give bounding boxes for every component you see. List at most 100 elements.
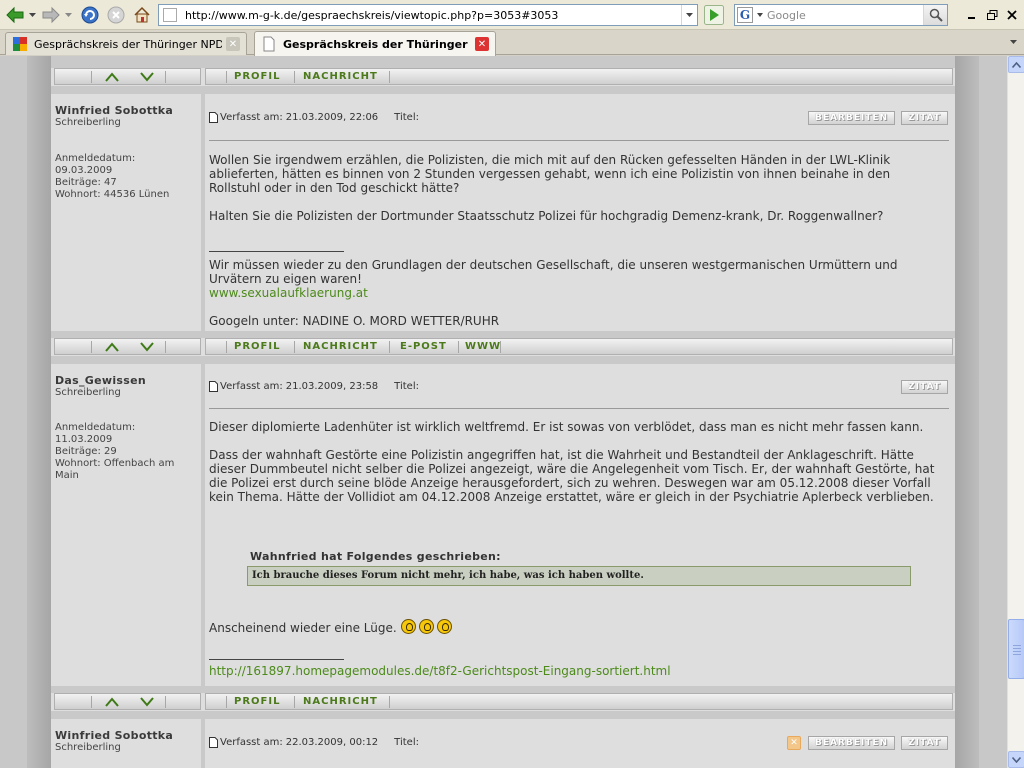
restore-icon: [986, 9, 997, 20]
author-rank: Schreiberling: [55, 742, 121, 753]
edit-button[interactable]: BEARBEITEN: [808, 111, 895, 125]
message-link[interactable]: NACHRICHT: [303, 71, 378, 82]
restore-button[interactable]: [983, 6, 1001, 24]
profile-link[interactable]: PROFIL: [234, 696, 280, 707]
post-document-icon: [209, 381, 218, 392]
close-tab-button[interactable]: ✕: [226, 37, 240, 51]
post-meta: Verfasst am: 21.03.2009, 22:06 Titel:: [209, 112, 419, 123]
home-icon: [134, 6, 150, 23]
post-body-continued: Anscheinend wieder eine Lüge. http://161…: [209, 619, 939, 678]
search-engine-dropdown[interactable]: [755, 5, 765, 25]
quote-button[interactable]: ZITAT: [901, 736, 948, 750]
edit-button[interactable]: BEARBEITEN: [808, 736, 895, 750]
search-button[interactable]: [923, 5, 947, 25]
post-meta: Verfasst am: 21.03.2009, 23:58 Titel:: [209, 381, 419, 392]
tab-label: Gesprächskreis der Thüringer NPD :: T...: [34, 37, 222, 51]
arrow-up-icon[interactable]: [105, 697, 119, 707]
after-quote-text: Anscheinend wieder eine Lüge.: [209, 621, 397, 635]
post-body: Wollen Sie irgendwem erzählen, die Poliz…: [209, 153, 939, 328]
post-action-bar: PROFIL NACHRICHT: [51, 68, 955, 85]
quote-button[interactable]: ZITAT: [901, 111, 948, 125]
home-button[interactable]: [131, 5, 153, 25]
website-link[interactable]: WWW: [465, 341, 501, 352]
arrow-down-icon[interactable]: [140, 342, 154, 352]
post-meta: Verfasst am: 22.03.2009, 00:12 Titel:: [209, 737, 419, 748]
reload-button[interactable]: [79, 5, 101, 25]
url-input[interactable]: [185, 8, 685, 23]
search-input[interactable]: [767, 8, 917, 23]
tab-list-dropdown[interactable]: [1006, 34, 1020, 50]
chevron-down-icon: [1009, 39, 1017, 44]
email-link[interactable]: E-POST: [400, 341, 447, 352]
profile-link[interactable]: PROFIL: [234, 341, 280, 352]
arrow-down-icon[interactable]: [140, 697, 154, 707]
smiley-icon: [436, 619, 452, 634]
arrow-up-icon[interactable]: [105, 72, 119, 82]
vertical-scrollbar[interactable]: [1007, 56, 1024, 768]
scrollbar-thumb[interactable]: [1008, 619, 1024, 679]
author-rank: Schreiberling: [55, 117, 121, 128]
back-button[interactable]: [4, 5, 26, 25]
message-link[interactable]: NACHRICHT: [303, 696, 378, 707]
minimize-icon: [968, 17, 975, 19]
quote-button[interactable]: ZITAT: [901, 380, 948, 394]
scroll-up-button[interactable]: [1008, 56, 1024, 73]
report-icon[interactable]: ✕: [787, 736, 801, 750]
minimize-button[interactable]: [963, 6, 981, 24]
signature-divider: [209, 659, 344, 660]
close-window-button[interactable]: [1003, 6, 1021, 24]
stop-icon: [107, 6, 125, 24]
smiley-icon: [400, 619, 416, 634]
arrow-up-icon[interactable]: [105, 342, 119, 352]
post-author[interactable]: Winfried Sobottka: [55, 104, 173, 117]
quote-box: Ich brauche dieses Forum nicht mehr, ich…: [247, 566, 911, 586]
chevron-down-icon: [686, 12, 693, 17]
chevron-down-icon: [757, 13, 763, 17]
post-author[interactable]: Das_Gewissen: [55, 374, 146, 387]
forward-button[interactable]: [40, 5, 62, 25]
signature-link[interactable]: http://161897.homepagemodules.de/t8f2-Ge…: [209, 664, 671, 678]
google-engine-icon[interactable]: G: [737, 7, 753, 23]
message-link[interactable]: NACHRICHT: [303, 341, 378, 352]
back-history-dropdown[interactable]: [27, 5, 37, 25]
post-date: 21.03.2009, 23:58: [285, 381, 379, 392]
tab-forum-overview[interactable]: Gesprächskreis der Thüringer NPD :: T...…: [5, 32, 247, 55]
page-viewport: PROFIL NACHRICHT Winfried Sobottka Schre…: [0, 56, 1007, 768]
author-info: Anmeldedatum: 11.03.2009 Beiträge: 29 Wo…: [55, 422, 175, 481]
scroll-down-button[interactable]: [1008, 751, 1024, 768]
post-date: 21.03.2009, 22:06: [285, 112, 379, 123]
magnifier-icon: [929, 8, 943, 22]
google-favicon-icon: [13, 37, 27, 51]
post-date: 22.03.2009, 00:12: [285, 737, 379, 748]
signature-text: Wir müssen wieder zu den Grundlagen der …: [209, 258, 898, 286]
quote-header: Wahnfried hat Folgendes geschrieben:: [250, 550, 501, 563]
author-rank: Schreiberling: [55, 387, 121, 398]
close-icon: [1007, 10, 1017, 20]
address-bar[interactable]: [158, 4, 698, 26]
smiley-icon: [418, 619, 434, 634]
forward-history-dropdown[interactable]: [63, 5, 73, 25]
navigation-toolbar: G: [0, 0, 1024, 30]
close-tab-button[interactable]: ✕: [475, 37, 489, 51]
tab-current-topic[interactable]: Gesprächskreis der Thüringer NP... ✕: [254, 31, 496, 56]
chevron-down-icon: [1012, 756, 1021, 763]
profile-link[interactable]: PROFIL: [234, 71, 280, 82]
forum-post: Das_Gewissen Schreiberling Anmeldedatum:…: [51, 364, 955, 686]
tab-bar: Gesprächskreis der Thüringer NPD :: T...…: [0, 30, 1024, 56]
post-body: Dieser diplomierte Ladenhüter ist wirkli…: [209, 420, 935, 504]
stop-button[interactable]: [105, 5, 127, 25]
back-arrow-icon: [6, 6, 24, 24]
signature-link[interactable]: www.sexualaufklaerung.at: [209, 286, 368, 300]
url-history-dropdown[interactable]: [681, 5, 697, 25]
post-document-icon: [209, 737, 218, 748]
forum-topic-page: PROFIL NACHRICHT Winfried Sobottka Schre…: [51, 56, 955, 768]
chevron-up-icon: [1012, 61, 1021, 68]
chevron-down-icon: [28, 12, 36, 17]
post-document-icon: [209, 112, 218, 123]
post-action-bar: PROFIL NACHRICHT E-POST WWW: [51, 338, 955, 355]
go-button[interactable]: [704, 5, 724, 25]
arrow-down-icon[interactable]: [140, 72, 154, 82]
forum-post: Winfried Sobottka Schreiberling Verfasst…: [51, 719, 955, 768]
search-bar[interactable]: G: [734, 4, 948, 26]
post-author[interactable]: Winfried Sobottka: [55, 729, 173, 742]
